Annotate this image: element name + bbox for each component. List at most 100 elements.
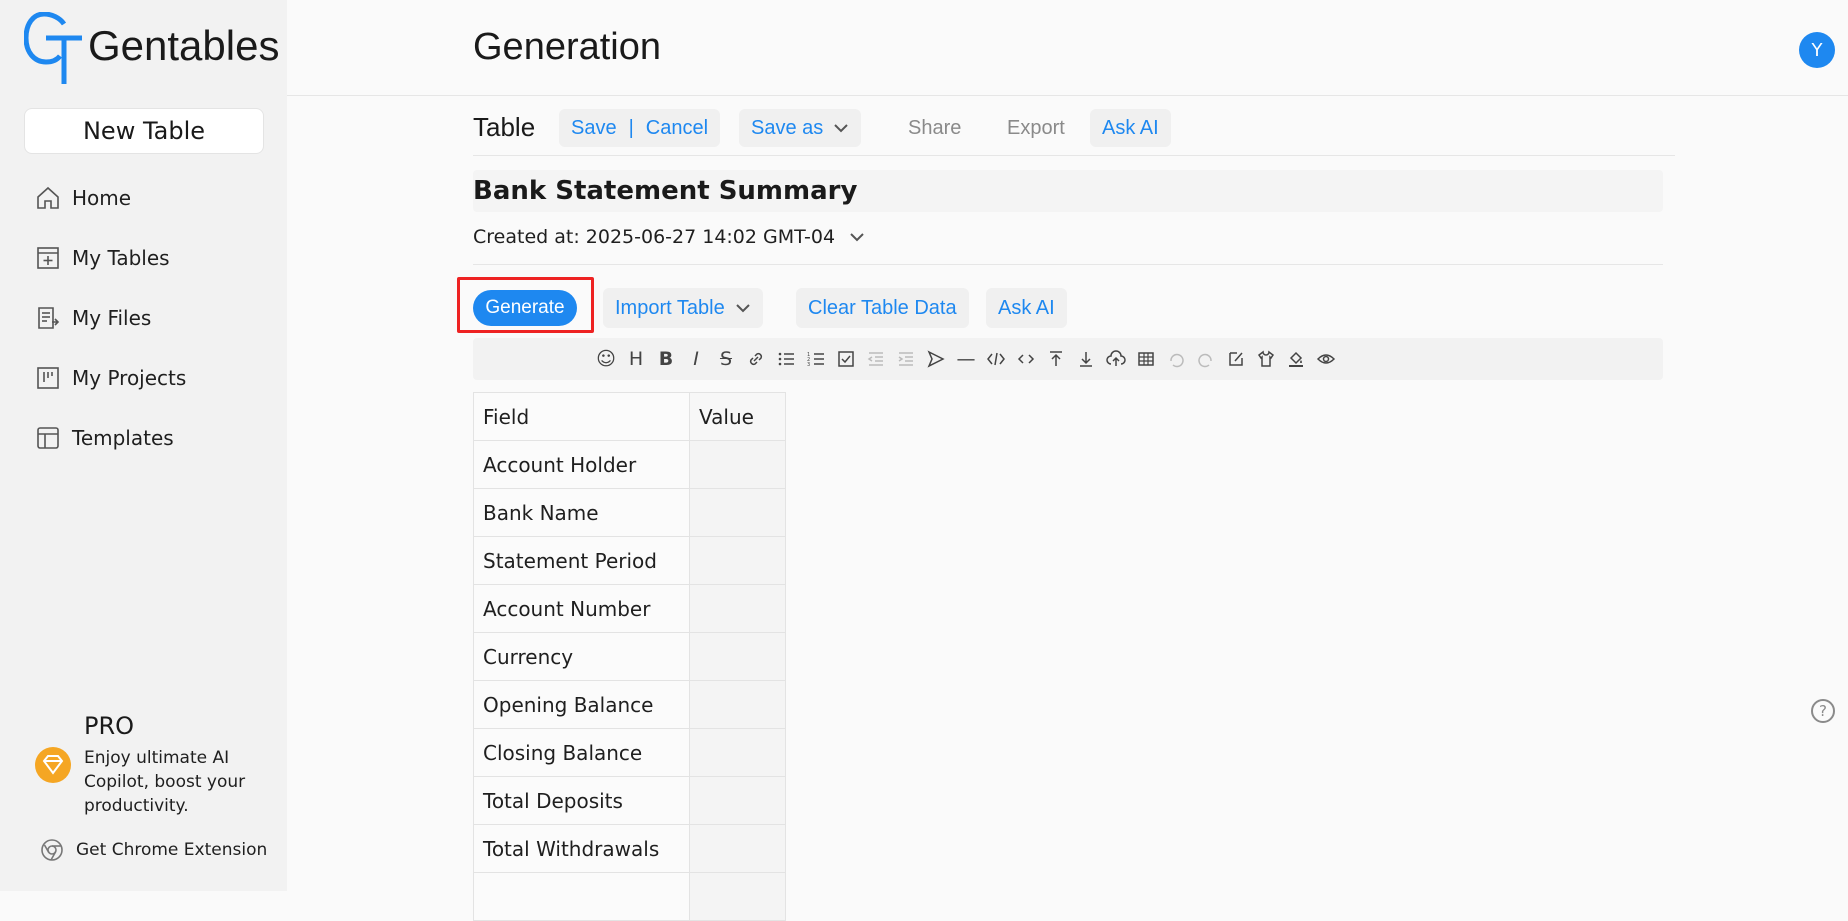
- chrome-icon: [40, 838, 64, 862]
- table-row: Statement Period: [473, 536, 786, 585]
- heading-icon[interactable]: H: [621, 347, 651, 371]
- sidebar: Gentables New Table Home My Tables My Fi…: [0, 0, 287, 891]
- import-table-dropdown[interactable]: Import Table: [603, 288, 763, 328]
- data-table: Field Value Account Holder Bank Name Sta…: [473, 392, 786, 921]
- table-cell[interactable]: Opening Balance: [473, 680, 690, 729]
- svg-text:3: 3: [807, 362, 810, 368]
- table-cell[interactable]: [689, 632, 786, 681]
- italic-icon[interactable]: I: [681, 347, 711, 371]
- strikethrough-icon[interactable]: S: [711, 347, 741, 371]
- document-title-field[interactable]: Bank Statement Summary: [473, 170, 1663, 212]
- redo-icon[interactable]: [1191, 347, 1221, 371]
- sidebar-item-my-projects[interactable]: My Projects: [0, 348, 287, 408]
- table-actions: Generate Import Table Clear Table Data A…: [473, 288, 1373, 328]
- file-icon: [34, 304, 62, 332]
- divider: [473, 264, 1663, 265]
- table-cell[interactable]: Statement Period: [473, 536, 690, 585]
- bold-icon[interactable]: B: [651, 347, 681, 371]
- edit-icon[interactable]: [1221, 347, 1251, 371]
- table-cell[interactable]: [689, 440, 786, 489]
- app-name: Gentables: [88, 22, 280, 69]
- table-cell[interactable]: [689, 776, 786, 825]
- ask-ai-button[interactable]: Ask AI: [986, 288, 1067, 328]
- save-as-dropdown[interactable]: Save as: [739, 109, 862, 147]
- table-row: Bank Name: [473, 488, 786, 537]
- sidebar-item-my-tables[interactable]: My Tables: [0, 228, 287, 288]
- undo-icon[interactable]: [1161, 347, 1191, 371]
- toolbar-label: Table: [473, 112, 536, 142]
- numbered-list-icon[interactable]: 123: [801, 347, 831, 371]
- table-row: [473, 872, 786, 921]
- link-icon[interactable]: [741, 347, 771, 371]
- bullet-list-icon[interactable]: [771, 347, 801, 371]
- editor-toolbar: ☺ H B I S 123 —: [473, 338, 1663, 380]
- save-cancel-group: Save | Cancel: [559, 109, 721, 147]
- theme-shirt-icon[interactable]: [1251, 347, 1281, 371]
- sidebar-item-home[interactable]: Home: [0, 168, 287, 228]
- table-add-icon: [34, 244, 62, 272]
- table-cell[interactable]: [689, 824, 786, 873]
- table-cell[interactable]: [689, 872, 786, 921]
- checklist-icon[interactable]: [831, 347, 861, 371]
- table-cell[interactable]: Account Number: [473, 584, 690, 633]
- table-cell[interactable]: [689, 728, 786, 777]
- sidebar-item-label: My Tables: [72, 246, 170, 270]
- export-button[interactable]: Export: [995, 109, 1077, 147]
- sidebar-item-label: Templates: [72, 426, 174, 450]
- save-button[interactable]: Save: [571, 117, 617, 140]
- preview-eye-icon[interactable]: [1311, 347, 1341, 371]
- page-title: Generation: [473, 26, 662, 68]
- table-row: Total Withdrawals: [473, 824, 786, 873]
- page-header: Generation Y: [287, 0, 1848, 96]
- table-cell[interactable]: Total Deposits: [473, 776, 690, 825]
- chevron-down-icon: [833, 123, 849, 133]
- column-header-field[interactable]: Field: [473, 392, 690, 441]
- table-cell[interactable]: [689, 536, 786, 585]
- clear-table-data-button[interactable]: Clear Table Data: [796, 288, 969, 328]
- created-at-text: Created at: 2025-06-27 14:02 GMT-04: [473, 226, 836, 248]
- paint-bucket-icon[interactable]: [1281, 347, 1311, 371]
- ask-ai-button[interactable]: Ask AI: [1090, 109, 1171, 147]
- column-header-value[interactable]: Value: [689, 392, 786, 441]
- table-row: Currency: [473, 632, 786, 681]
- table-cell[interactable]: Currency: [473, 632, 690, 681]
- created-at[interactable]: Created at: 2025-06-27 14:02 GMT-04: [473, 226, 865, 248]
- table-cell[interactable]: Account Holder: [473, 440, 690, 489]
- outdent-icon[interactable]: [861, 347, 891, 371]
- send-icon[interactable]: [921, 347, 951, 371]
- app-logo[interactable]: Gentables: [24, 12, 279, 86]
- emoji-icon[interactable]: ☺: [591, 347, 621, 371]
- new-table-button[interactable]: New Table: [24, 108, 264, 154]
- document-title: Bank Statement Summary: [473, 176, 858, 206]
- chrome-extension-link[interactable]: Get Chrome Extension: [40, 838, 267, 862]
- inline-code-icon[interactable]: [1011, 347, 1041, 371]
- table-cell[interactable]: [473, 872, 690, 921]
- code-block-icon[interactable]: [981, 347, 1011, 371]
- insert-before-icon[interactable]: [1041, 347, 1071, 371]
- table-cell[interactable]: [689, 488, 786, 537]
- insert-after-icon[interactable]: [1071, 347, 1101, 371]
- avatar[interactable]: Y: [1799, 32, 1835, 68]
- sidebar-item-label: My Files: [72, 306, 152, 330]
- table-header-row: Field Value: [473, 392, 786, 441]
- table-cell[interactable]: Total Withdrawals: [473, 824, 690, 873]
- pro-description: Enjoy ultimate AI Copilot, boost your pr…: [84, 748, 246, 816]
- table-row: Account Number: [473, 584, 786, 633]
- sidebar-item-my-files[interactable]: My Files: [0, 288, 287, 348]
- chevron-down-icon: [849, 232, 865, 242]
- cancel-button[interactable]: Cancel: [646, 117, 708, 140]
- table-cell[interactable]: Closing Balance: [473, 728, 690, 777]
- indent-icon[interactable]: [891, 347, 921, 371]
- share-button[interactable]: Share: [896, 109, 973, 147]
- table-cell[interactable]: [689, 680, 786, 729]
- help-icon[interactable]: ?: [1811, 699, 1835, 723]
- table-icon[interactable]: [1131, 347, 1161, 371]
- upload-icon[interactable]: [1101, 347, 1131, 371]
- table-cell[interactable]: [689, 584, 786, 633]
- horizontal-rule-icon[interactable]: —: [951, 347, 981, 371]
- gentables-logo-icon: [24, 12, 82, 84]
- table-toolbar: Table Save | Cancel Save as Share Export…: [473, 106, 1675, 156]
- sidebar-item-templates[interactable]: Templates: [0, 408, 287, 468]
- table-cell[interactable]: Bank Name: [473, 488, 690, 537]
- table-row: Opening Balance: [473, 680, 786, 729]
